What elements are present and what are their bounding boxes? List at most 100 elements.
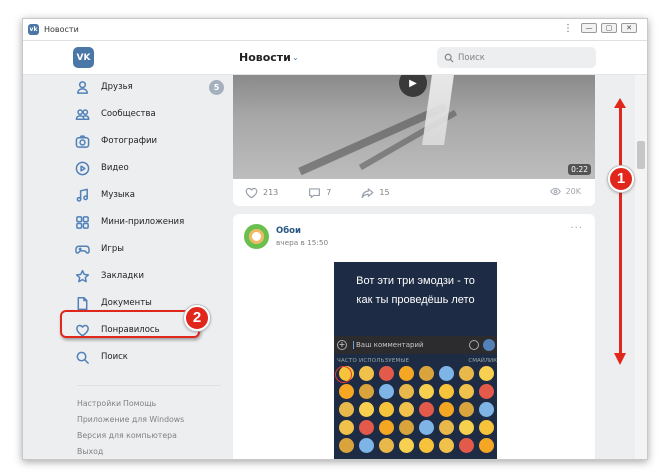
avatar[interactable] — [244, 224, 269, 249]
emoji-glyph — [379, 366, 394, 381]
vk-logo-icon[interactable]: VK — [73, 47, 94, 68]
emoji-glyph — [459, 366, 474, 381]
sidebar-item-label: Игры — [101, 244, 124, 254]
video-player[interactable]: ▶ 0:22 — [233, 75, 595, 179]
window-title: Новости — [44, 25, 79, 34]
sidebar-item-video[interactable]: Видео — [73, 156, 223, 180]
sidebar-item-bookmarks[interactable]: Закладки — [73, 264, 223, 288]
like-button[interactable]: 213 — [245, 187, 278, 199]
page-title[interactable]: Новости — [239, 51, 291, 64]
music-icon — [73, 186, 91, 204]
search-box[interactable] — [437, 47, 596, 68]
share-button[interactable]: 15 — [361, 187, 390, 199]
emoji-glyph — [379, 438, 394, 453]
share-count: 15 — [379, 188, 390, 197]
star-icon — [73, 267, 91, 285]
search-icon — [73, 348, 91, 366]
sidebar-item-friends[interactable]: Друзья 5 — [73, 75, 224, 99]
search-icon — [444, 53, 454, 62]
title-bar: vk Новости ⋮ — ▢ ✕ — [23, 19, 647, 41]
comment-icon — [309, 187, 321, 198]
views-count: 20K — [565, 187, 581, 196]
post-author[interactable]: Обои — [276, 226, 301, 236]
chevron-down-icon[interactable]: ⌄ — [292, 53, 299, 62]
heart-icon — [245, 187, 258, 198]
footer-help-link[interactable]: Помощь — [123, 399, 156, 408]
post-actions: 213 7 15 20K — [233, 179, 595, 206]
sidebar-item-search[interactable]: Поиск — [73, 345, 223, 369]
sidebar-item-games[interactable]: Игры — [73, 237, 223, 261]
step-badge-1: 1 — [608, 166, 634, 192]
sidebar-item-mini-apps[interactable]: Мини-приложения — [73, 210, 223, 234]
scrollbar[interactable] — [635, 75, 647, 459]
maximize-button[interactable]: ▢ — [601, 23, 617, 33]
emoji-glyph — [379, 384, 394, 399]
apps-icon — [73, 213, 91, 231]
image-comment-placeholder: Ваш комментарий — [353, 341, 424, 349]
top-header: VK Новости ⌄ — [23, 41, 647, 75]
emoji-highlight-circle — [335, 366, 352, 383]
emoji-glyph — [359, 384, 374, 399]
emoji-glyph — [439, 402, 454, 417]
emoji-glyph — [339, 402, 354, 417]
emoji-glyph — [399, 420, 414, 435]
sidebar-item-label: Видео — [101, 163, 129, 173]
image-recent-label: ЧАСТО ИСПОЛЬЗУЕМЫЕ — [337, 358, 410, 364]
emoji-glyph — [399, 384, 414, 399]
sidebar-item-photos[interactable]: Фотографии — [73, 129, 223, 153]
emoji-glyph — [479, 420, 494, 435]
emoji-glyph — [339, 384, 354, 399]
footer-desktop-version-link[interactable]: Версия для компьютера — [77, 431, 177, 440]
app-window: vk Новости ⋮ — ▢ ✕ VK Новости ⌄ Друзья 5… — [22, 18, 648, 460]
emoji-glyph — [459, 420, 474, 435]
emoji-glyph — [459, 402, 474, 417]
video-frame-figure — [422, 75, 454, 145]
play-icon[interactable]: ▶ — [399, 75, 427, 97]
search-input[interactable] — [458, 52, 588, 63]
post-image[interactable]: Вот эти три эмодзи - то как ты проведёшь… — [334, 262, 497, 459]
emoji-glyph — [459, 384, 474, 399]
share-icon — [361, 187, 374, 198]
app-logo-icon: vk — [28, 24, 39, 35]
emoji-glyph — [419, 438, 434, 453]
emoji-glyph — [479, 384, 494, 399]
emoji-glyph — [359, 402, 374, 417]
sidebar-item-label: Фотографии — [101, 136, 158, 146]
minimize-button[interactable]: — — [581, 23, 597, 33]
emoji-glyph — [359, 366, 374, 381]
emoji-grid — [337, 365, 497, 455]
emoji-glyph — [419, 384, 434, 399]
emoji-glyph — [479, 438, 494, 453]
sidebar-item-music[interactable]: Музыка — [73, 183, 223, 207]
users-icon — [73, 105, 91, 123]
step-badge-2: 2 — [184, 305, 210, 331]
window-menu-icon[interactable]: ⋮ — [563, 23, 573, 34]
image-recent-label: СМАЙЛИК — [468, 358, 497, 364]
eye-icon — [549, 188, 561, 195]
gamepad-icon — [73, 240, 91, 258]
emoji-glyph — [419, 366, 434, 381]
post-time[interactable]: вчера в 15:50 — [276, 238, 328, 247]
footer-settings-link[interactable]: Настройки — [77, 399, 121, 408]
news-feed: ▶ 0:22 213 7 15 20K Обои вчера в 15:50 ·… — [233, 75, 595, 459]
sidebar-divider — [77, 385, 221, 386]
send-icon — [483, 339, 495, 351]
emoji-glyph — [379, 420, 394, 435]
sidebar-item-label: Поиск — [101, 352, 128, 362]
close-button[interactable]: ✕ — [621, 23, 637, 33]
scrollbar-thumb[interactable] — [637, 141, 645, 169]
play-icon — [73, 159, 91, 177]
sidebar-item-label: Музыка — [101, 190, 135, 200]
emoji-glyph — [399, 402, 414, 417]
emoji-glyph — [359, 438, 374, 453]
image-caption-line: как ты проведёшь лето — [356, 294, 475, 306]
sidebar-item-communities[interactable]: Сообщества — [73, 102, 223, 126]
emoji-glyph — [339, 420, 354, 435]
comment-button[interactable]: 7 — [308, 187, 331, 199]
more-options-icon[interactable]: ··· — [570, 223, 583, 234]
sidebar-item-label: Сообщества — [101, 109, 156, 119]
footer-logout-link[interactable]: Выход — [77, 447, 103, 456]
footer-windows-app-link[interactable]: Приложение для Windows — [77, 415, 184, 424]
emoji-glyph — [359, 420, 374, 435]
image-comment-bar: + Ваш комментарий — [334, 336, 497, 354]
